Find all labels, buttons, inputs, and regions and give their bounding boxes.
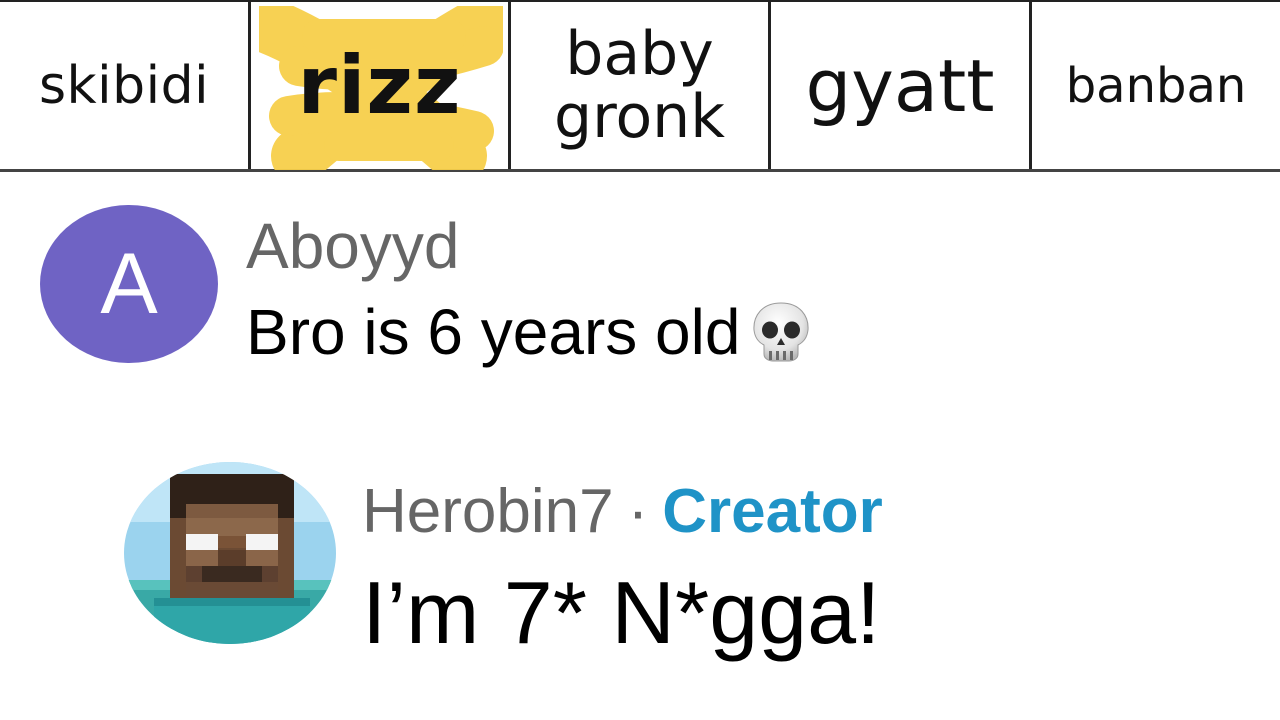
tab-label-line1: baby [565, 18, 714, 89]
word-tabs: skibidi rizz baby gronk gyatt banban [0, 0, 1280, 172]
herobrine-avatar-icon [124, 462, 336, 644]
comment-author[interactable]: Herobin7 [362, 477, 614, 546]
tab-gyatt[interactable]: gyatt [771, 2, 1032, 169]
tab-label: banban [1065, 57, 1247, 114]
comment-text: I’m 7* N*gga! [362, 563, 881, 662]
tab-label-line2: gronk [554, 81, 725, 152]
tab-rizz[interactable]: rizz [251, 2, 511, 170]
avatar-letter: A [100, 235, 158, 332]
comment-author[interactable]: Aboyyd [246, 209, 459, 283]
avatar[interactable]: A [40, 205, 218, 363]
avatar[interactable] [124, 462, 336, 644]
comment-text: Bro is 6 years old [246, 295, 814, 369]
screen: skibidi rizz baby gronk gyatt banban A A… [0, 0, 1280, 720]
tab-baby-gronk[interactable]: baby gronk [511, 2, 771, 169]
tab-banban[interactable]: banban [1032, 2, 1280, 169]
skull-icon [753, 302, 809, 362]
comment: A Aboyyd Bro is 6 years old [40, 205, 1240, 368]
creator-badge: Creator [662, 477, 883, 546]
tab-label: gyatt [805, 43, 995, 128]
tab-label: skibidi [38, 55, 210, 116]
separator-dot: · [627, 477, 649, 546]
comment-author-line: Herobin7 · Creator [362, 476, 883, 547]
tab-label: rizz [297, 38, 462, 132]
tab-skibidi[interactable]: skibidi [0, 2, 251, 169]
comment-text-content: Bro is 6 years old [246, 296, 741, 368]
tab-label: baby gronk [554, 22, 725, 152]
reply-comment: Herobin7 · Creator I’m 7* N*gga! [124, 462, 1264, 692]
